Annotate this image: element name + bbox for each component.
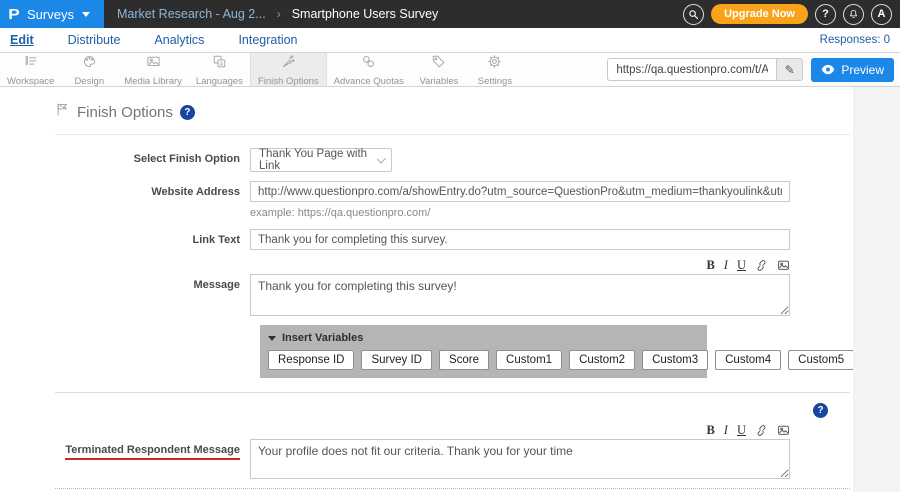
terminated-help-row: ? [55, 403, 850, 418]
var-custom2-button[interactable]: Custom2 [569, 350, 635, 370]
help-icon[interactable]: ? [815, 4, 836, 25]
page-header: Finish Options ? [55, 87, 850, 135]
nav-tab-analytics[interactable]: Analytics [154, 33, 204, 47]
insert-link-icon[interactable] [755, 259, 768, 272]
finish-options-icon [281, 54, 296, 74]
right-gutter [853, 87, 900, 492]
survey-url-input[interactable] [608, 64, 776, 76]
surveys-menu[interactable]: P Surveys [0, 0, 104, 28]
var-custom1-button[interactable]: Custom1 [496, 350, 562, 370]
workspace-icon [23, 54, 38, 74]
message-editor-toolbar: B I U [55, 259, 790, 272]
var-custom3-button[interactable]: Custom3 [642, 350, 708, 370]
message-row: Message Thank you for completing this su… [55, 274, 850, 316]
breadcrumb-chevron-icon: › [277, 7, 281, 21]
var-custom5-button[interactable]: Custom5 [788, 350, 854, 370]
finish-options-help-icon[interactable]: ? [180, 105, 195, 120]
bold-button[interactable]: B [706, 424, 714, 437]
main-content: Finish Options ? Select Finish Option Th… [0, 87, 900, 492]
chevron-down-icon [377, 154, 386, 163]
edit-toolbar: Workspace Design Media Library A Languag… [0, 53, 900, 87]
variables-icon [431, 54, 446, 74]
link-text-input[interactable] [250, 229, 790, 250]
collapse-triangle-icon [268, 336, 276, 341]
italic-button[interactable]: I [724, 424, 728, 437]
website-address-label: Website Address [55, 181, 240, 202]
topbar-actions: Upgrade Now ? A [683, 4, 900, 25]
website-address-input[interactable] [250, 181, 790, 202]
languages-icon: A [212, 54, 227, 74]
toolbar-item-finish-options[interactable]: Finish Options [250, 53, 327, 86]
product-name[interactable]: Surveys [27, 7, 74, 22]
finish-flag-icon [55, 102, 70, 122]
nav-tab-distribute[interactable]: Distribute [68, 33, 121, 47]
insert-variables-toggle[interactable]: Insert Variables [268, 330, 699, 350]
var-response-id-button[interactable]: Response ID [268, 350, 354, 370]
terminated-editor-toolbar: B I U [55, 424, 790, 437]
design-icon [82, 54, 97, 74]
message-label: Message [55, 274, 240, 316]
toolbar-item-media-library[interactable]: Media Library [117, 53, 189, 86]
section-divider [55, 392, 850, 393]
settings-icon [487, 54, 502, 74]
toolbar-item-design[interactable]: Design [61, 53, 117, 86]
responses-count[interactable]: Responses: 0 [820, 34, 890, 46]
website-address-row: Website Address [55, 181, 850, 202]
toolbar-right: ✎ Preview [607, 53, 900, 86]
message-textarea[interactable]: Thank you for completing this survey! [250, 274, 790, 316]
finish-option-label: Select Finish Option [55, 148, 240, 172]
nav-tab-integration[interactable]: Integration [238, 33, 297, 47]
survey-url-box: ✎ [607, 58, 803, 81]
toolbar-item-advance-quotas[interactable]: Advance Quotas [327, 53, 411, 86]
avatar[interactable]: A [871, 4, 892, 25]
preview-button[interactable]: Preview [811, 58, 894, 82]
breadcrumb-survey-name: Smartphone Users Survey [292, 7, 439, 21]
toolbar-item-languages[interactable]: A Languages [189, 53, 250, 86]
var-score-button[interactable]: Score [439, 350, 489, 370]
dotted-divider [55, 488, 850, 489]
media-library-icon [146, 54, 161, 74]
var-custom4-button[interactable]: Custom4 [715, 350, 781, 370]
edit-url-pencil-icon[interactable]: ✎ [776, 59, 802, 80]
insert-variables-panel: Insert Variables Response ID Survey ID S… [260, 325, 707, 378]
svg-text:A: A [220, 61, 224, 67]
bold-button[interactable]: B [706, 259, 714, 272]
underline-button[interactable]: U [737, 259, 746, 272]
toolbar-item-workspace[interactable]: Workspace [0, 53, 61, 86]
terminated-message-textarea[interactable]: Your profile does not fit our criteria. … [250, 439, 790, 479]
insert-link-icon[interactable] [755, 424, 768, 437]
finish-options-form: Select Finish Option Thank You Page with… [55, 135, 850, 492]
breadcrumb-folder[interactable]: Market Research - Aug 2... [117, 7, 266, 21]
section-nav: Edit Distribute Analytics Integration Re… [0, 28, 900, 53]
terminated-message-label: Terminated Respondent Message [55, 439, 240, 479]
breadcrumb: Market Research - Aug 2... › Smartphone … [117, 7, 438, 21]
website-address-example: example: https://qa.questionpro.com/ [250, 207, 850, 219]
link-text-row: Link Text [55, 229, 850, 250]
toolbar-item-variables[interactable]: Variables [411, 53, 467, 86]
caret-down-icon [82, 12, 90, 17]
page-title: Finish Options [77, 104, 173, 121]
advance-quotas-icon [361, 54, 376, 74]
questionpro-logo-icon: P [8, 6, 20, 23]
insert-image-icon[interactable] [777, 424, 790, 437]
upgrade-now-button[interactable]: Upgrade Now [711, 4, 808, 24]
italic-button[interactable]: I [724, 259, 728, 272]
terminated-help-icon[interactable]: ? [813, 403, 828, 418]
eye-icon [821, 64, 835, 75]
notifications-bell-icon[interactable] [843, 4, 864, 25]
toolbar-item-settings[interactable]: Settings [467, 53, 523, 86]
insert-image-icon[interactable] [777, 259, 790, 272]
underline-button[interactable]: U [737, 424, 746, 437]
nav-tab-edit[interactable]: Edit [10, 33, 34, 47]
link-text-label: Link Text [55, 229, 240, 250]
finish-option-select[interactable]: Thank You Page with Link [250, 148, 392, 172]
var-survey-id-button[interactable]: Survey ID [361, 350, 432, 370]
search-icon[interactable] [683, 4, 704, 25]
finish-option-row: Select Finish Option Thank You Page with… [55, 148, 850, 172]
terminated-message-row: Terminated Respondent Message Your profi… [55, 439, 850, 479]
insert-variables-buttons: Response ID Survey ID Score Custom1 Cust… [268, 350, 699, 370]
top-bar: P Surveys Market Research - Aug 2... › S… [0, 0, 900, 28]
